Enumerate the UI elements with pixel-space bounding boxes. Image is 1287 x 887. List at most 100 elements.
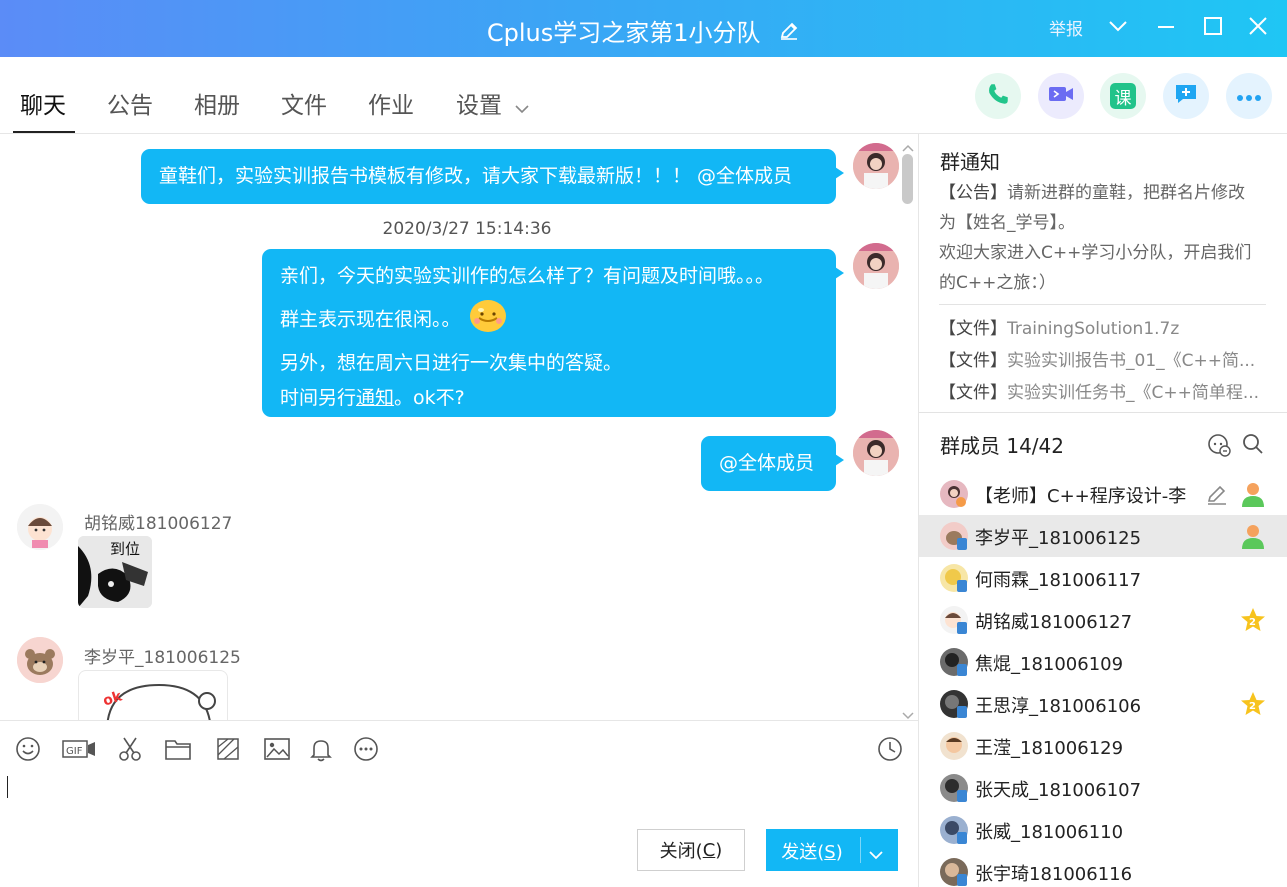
member-row[interactable]: 【老师】C++程序设计-李	[919, 473, 1287, 515]
member-search-icon[interactable]	[1241, 432, 1265, 460]
message-input[interactable]	[0, 769, 918, 821]
member-settings-icon[interactable]	[1206, 432, 1232, 462]
notice-link[interactable]: 通知	[356, 387, 394, 409]
tab-announcements[interactable]: 公告	[107, 86, 153, 120]
scissors-icon[interactable]	[116, 735, 144, 763]
send-options-chevron-icon[interactable]	[868, 845, 884, 864]
video-icon	[1047, 82, 1075, 110]
avatar	[940, 690, 968, 718]
sender-name: 李岁平_181006125	[84, 648, 241, 668]
image-icon[interactable]	[263, 735, 291, 763]
member-row[interactable]: 王思淳_181006106 2	[919, 683, 1287, 725]
notice-file[interactable]: 【文件】实验实训报告书_01_《C++简...	[939, 346, 1279, 371]
notice-file[interactable]: 【文件】TrainingSolution1.7z	[939, 314, 1279, 339]
tab-settings[interactable]: 设置	[456, 86, 529, 120]
message-line: 时间另行通知。ok不?	[280, 381, 818, 416]
member-name: 张威_181006110	[975, 822, 1124, 843]
avatar[interactable]	[17, 637, 63, 683]
avatar	[940, 774, 968, 802]
edit-name-icon[interactable]	[778, 20, 800, 48]
message-bubble[interactable]: 童鞋们，实验实训报告书模板有修改，请大家下载最新版！！！ @全体成员	[141, 149, 844, 204]
svg-text:2: 2	[1249, 701, 1256, 712]
history-clock-icon[interactable]	[876, 735, 904, 763]
maximize-icon[interactable]	[1201, 14, 1225, 38]
member-row[interactable]: 焦焜_181006109	[919, 641, 1287, 683]
tab-homework[interactable]: 作业	[368, 86, 414, 120]
send-label-end: )	[835, 842, 843, 863]
sticker-image[interactable]: 到位	[78, 536, 152, 608]
message-bubble[interactable]: @全体成员	[701, 436, 844, 491]
member-row[interactable]: 何雨霖_181006117	[919, 557, 1287, 599]
svg-text:2: 2	[1249, 617, 1256, 628]
active-tab-indicator	[13, 131, 75, 133]
message-line: 亲们，今天的实验实训作的怎么样了？有问题及时间哦。。。	[280, 265, 775, 287]
file-tag: 【文件】	[939, 319, 1007, 339]
avatar[interactable]	[17, 504, 63, 550]
member-row[interactable]: 胡铭威181006127 2	[919, 599, 1287, 641]
file-name: TrainingSolution1.7z	[1007, 319, 1180, 339]
avatar[interactable]	[853, 243, 899, 289]
sticker-image[interactable]: ok	[78, 670, 228, 720]
more-icon	[1236, 87, 1262, 106]
member-row[interactable]: 张宇琦181006116	[919, 851, 1287, 887]
close-icon[interactable]	[1246, 14, 1270, 38]
close-button-label-end: )	[715, 839, 723, 861]
chat-history[interactable]: 童鞋们，实验实训报告书模板有修改，请大家下载最新版！！！ @全体成员 2020/…	[0, 134, 918, 720]
video-call-button[interactable]	[1038, 73, 1084, 119]
message-text: 群主表示现在很闲。。	[280, 308, 461, 331]
avatar[interactable]	[853, 430, 899, 476]
divider	[919, 412, 1287, 413]
member-row[interactable]: 张天成_181006107	[919, 767, 1287, 809]
message-text: 时间另行	[280, 387, 357, 409]
avatar	[940, 732, 968, 760]
chat-scrollbar[interactable]	[902, 142, 914, 712]
tab-settings-label: 设置	[456, 93, 502, 119]
send-button[interactable]: 发送(S)	[766, 829, 898, 871]
avatar[interactable]	[853, 143, 899, 189]
edit-icon[interactable]	[1205, 482, 1229, 510]
member-name: 王思淳_181006106	[975, 696, 1142, 717]
voice-call-button[interactable]	[975, 73, 1021, 119]
file-tag: 【文件】	[939, 383, 1007, 403]
folder-icon[interactable]	[164, 735, 192, 763]
member-row[interactable]: 张威_181006110	[919, 809, 1287, 851]
member-row[interactable]: 王滢_181006129	[919, 725, 1287, 767]
scroll-down-icon[interactable]	[901, 706, 915, 720]
notice-title: 群通知	[940, 150, 1000, 174]
more-options-button[interactable]	[1226, 73, 1272, 119]
emoji-icon[interactable]	[14, 735, 42, 763]
avatar	[940, 606, 968, 634]
new-discussion-button[interactable]	[1163, 73, 1209, 119]
avatar	[940, 480, 968, 508]
tab-chat[interactable]: 聊天	[20, 86, 66, 120]
close-button[interactable]: 关闭(C)	[637, 829, 745, 871]
admin-icon	[1239, 480, 1267, 508]
notice-line: 欢迎大家进入C++学习小分队，开启我们	[939, 243, 1252, 263]
tab-album[interactable]: 相册	[194, 86, 240, 120]
scrollbar-thumb[interactable]	[902, 154, 913, 204]
message-text: 童鞋们，实验实训报告书模板有修改，请大家下载最新版！！！ @全体成员	[159, 165, 793, 187]
report-button[interactable]: 举报	[1049, 15, 1083, 40]
bell-icon[interactable]	[307, 735, 335, 763]
screenshot-icon[interactable]	[214, 735, 242, 763]
emoji-sticker-icon	[467, 294, 509, 346]
avatar	[940, 522, 968, 550]
notice-tag: 【公告】	[939, 183, 1007, 203]
tab-files[interactable]: 文件	[281, 86, 327, 120]
minimize-icon[interactable]	[1154, 14, 1178, 38]
notice-file[interactable]: 【文件】实验实训任务书_《C++简单程...	[939, 378, 1279, 403]
member-name: 张宇琦181006116	[975, 864, 1133, 885]
notice-line[interactable]: 【公告】请新进群的童鞋，把群名片修改	[939, 178, 1279, 208]
member-row[interactable]: 李岁平_181006125	[919, 515, 1287, 557]
send-button-divider	[860, 837, 861, 863]
close-button-label: 关闭(	[659, 841, 703, 862]
more-circle-icon[interactable]	[352, 735, 380, 763]
class-button[interactable]: 课	[1100, 73, 1146, 119]
chat-window: Cplus学习之家第1小分队 举报 聊天 公告 相册 文件 作业 设置 课 童鞋…	[0, 0, 1287, 887]
members-title: 群成员 14/42	[940, 434, 1064, 458]
message-bubble[interactable]: 亲们，今天的实验实训作的怎么样了？有问题及时间哦。。。 群主表示现在很闲。。 另…	[262, 249, 844, 417]
chevron-down-icon[interactable]	[1106, 14, 1130, 38]
send-label-text: 发送(	[781, 842, 825, 863]
gif-icon[interactable]: GIF	[61, 735, 97, 763]
svg-text:GIF: GIF	[66, 746, 83, 757]
